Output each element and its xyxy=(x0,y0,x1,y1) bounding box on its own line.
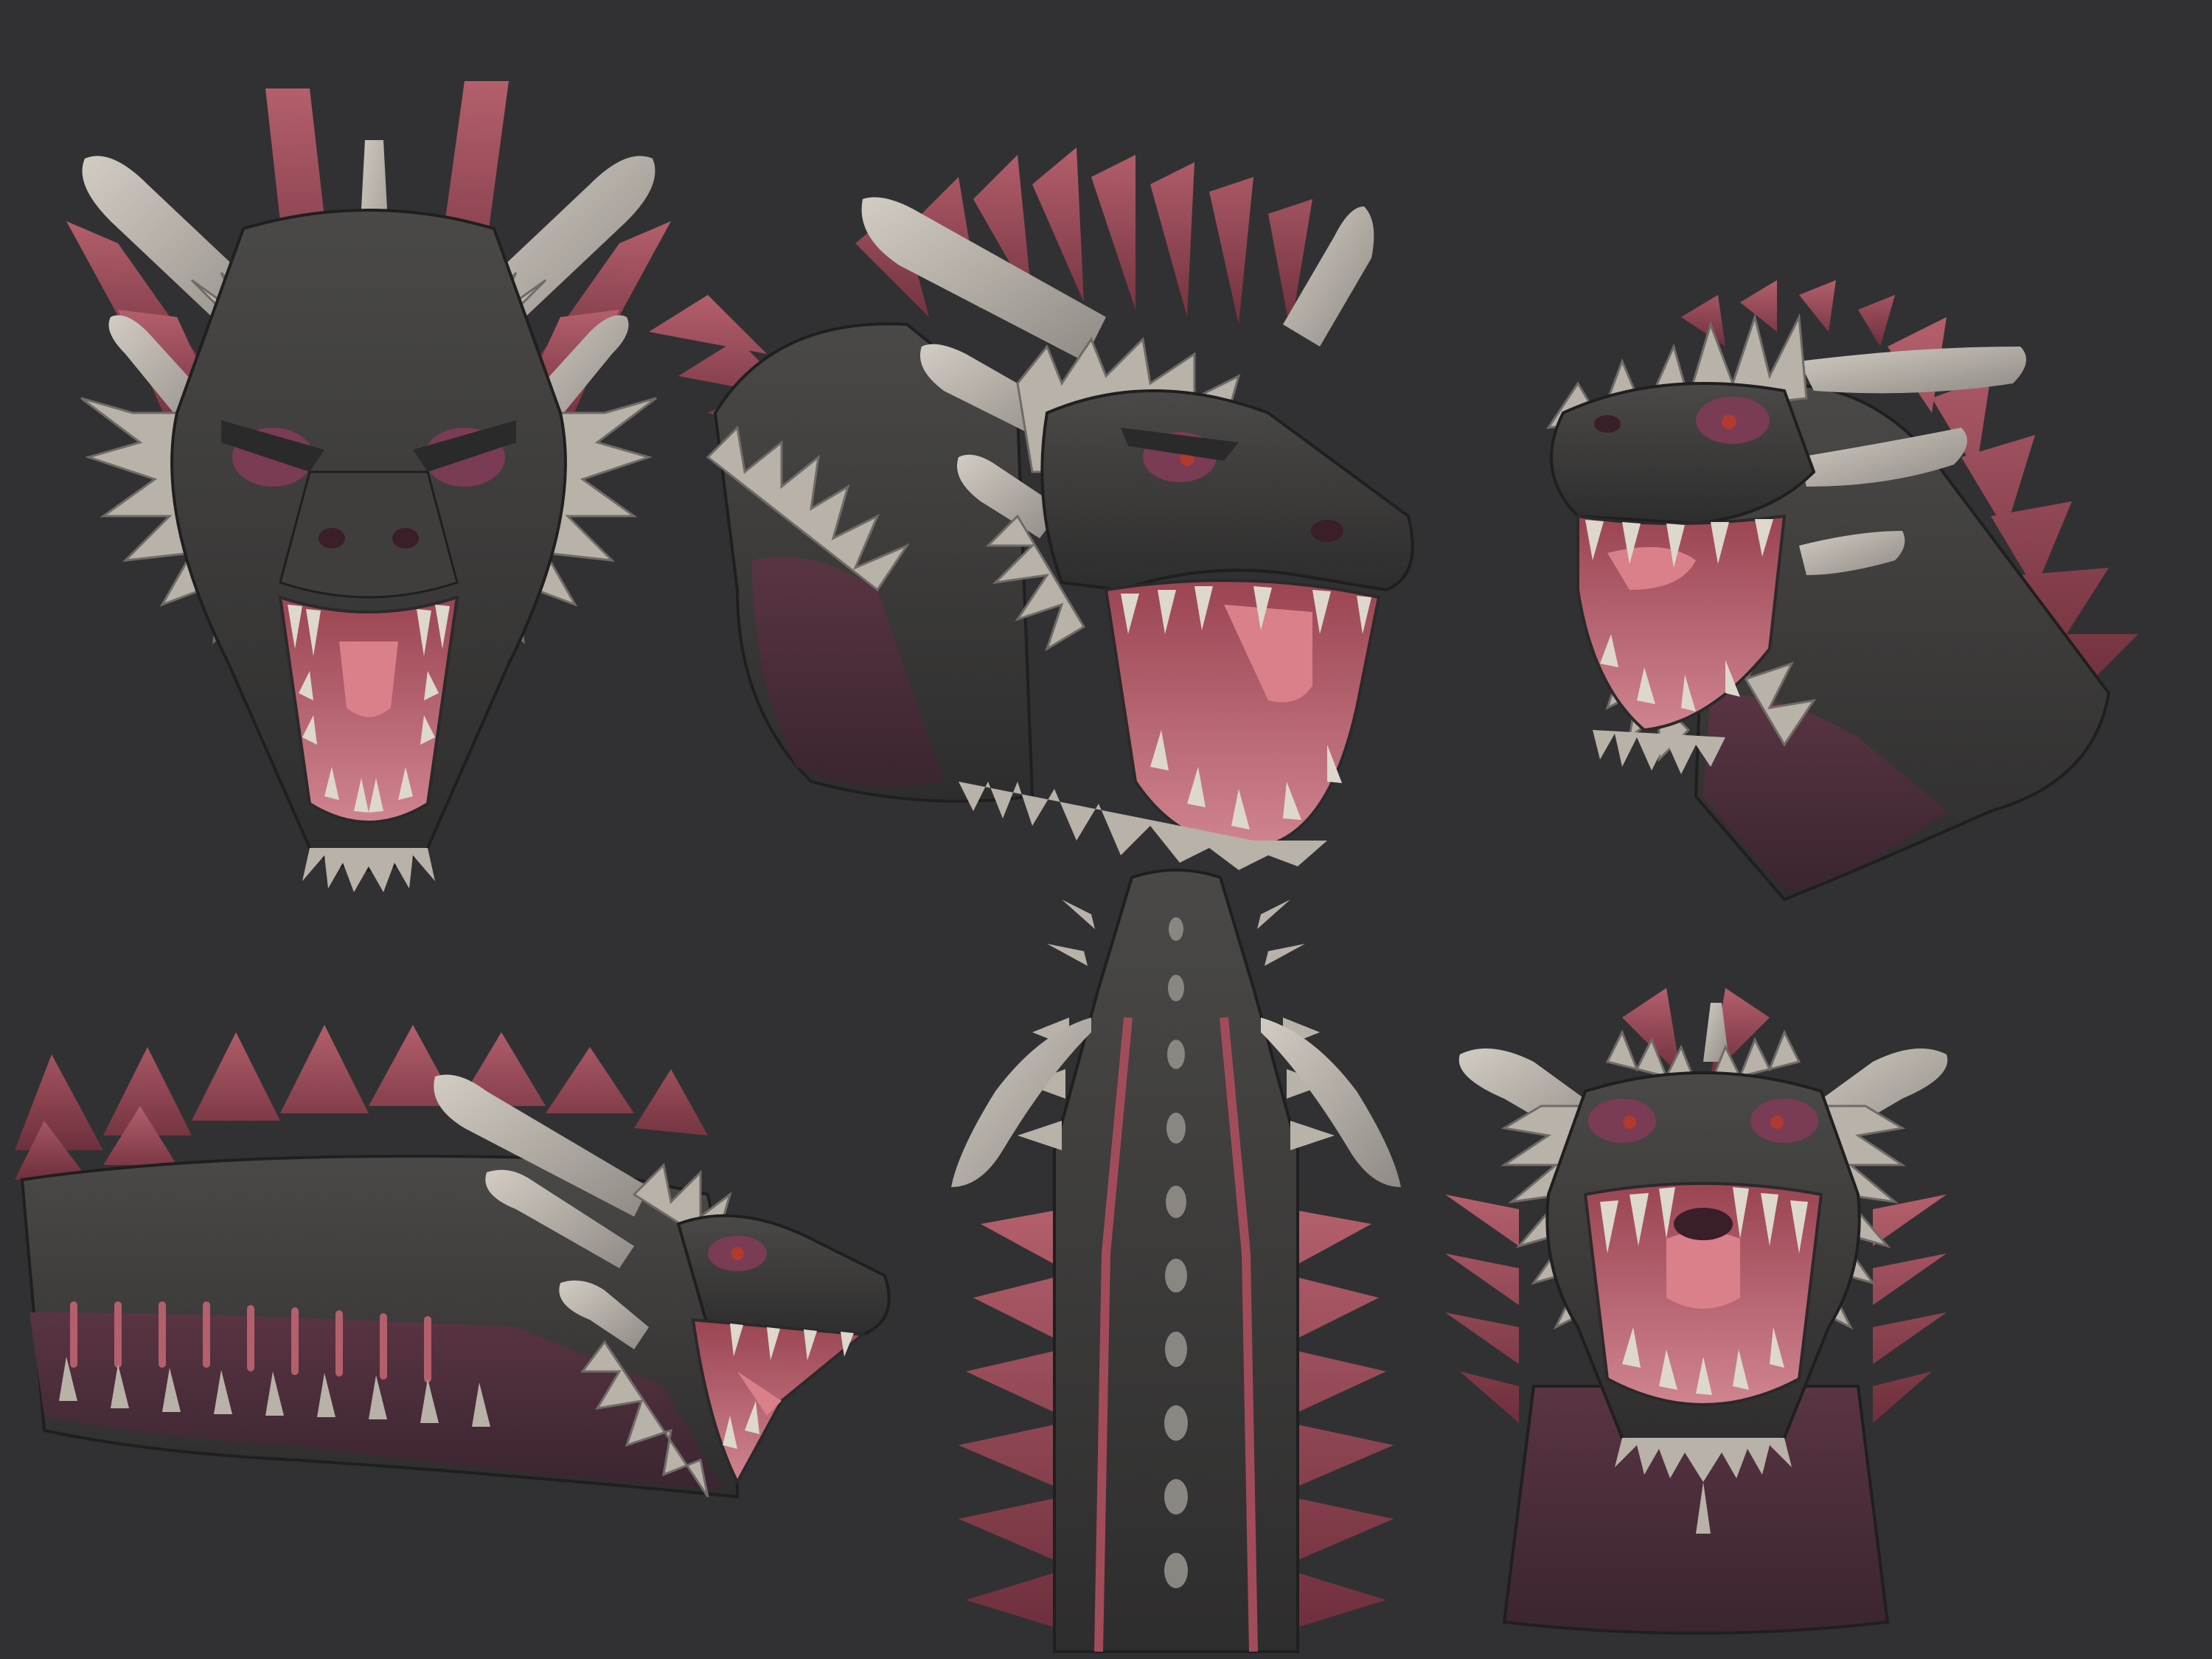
three-quarter-rear-view xyxy=(1545,280,2138,902)
side-profile-view xyxy=(15,1025,891,1499)
throat-opening xyxy=(1674,1208,1733,1240)
head xyxy=(676,1214,891,1337)
top-view xyxy=(951,869,1401,1653)
eye-socket-left xyxy=(1588,1099,1656,1143)
three-quarter-view xyxy=(649,147,1414,870)
low-front-view xyxy=(1445,988,1948,1635)
tongue xyxy=(339,641,398,717)
eye xyxy=(1722,414,1736,429)
snout xyxy=(279,470,459,599)
front-view xyxy=(66,81,671,892)
render-canvas xyxy=(15,81,2138,1653)
eye-socket-right xyxy=(1750,1099,1818,1143)
head xyxy=(1550,382,1816,526)
eye xyxy=(731,1247,744,1260)
dragon-turnaround-sheet xyxy=(0,0,2212,1659)
head xyxy=(1040,389,1414,592)
tongue xyxy=(1666,1231,1740,1309)
